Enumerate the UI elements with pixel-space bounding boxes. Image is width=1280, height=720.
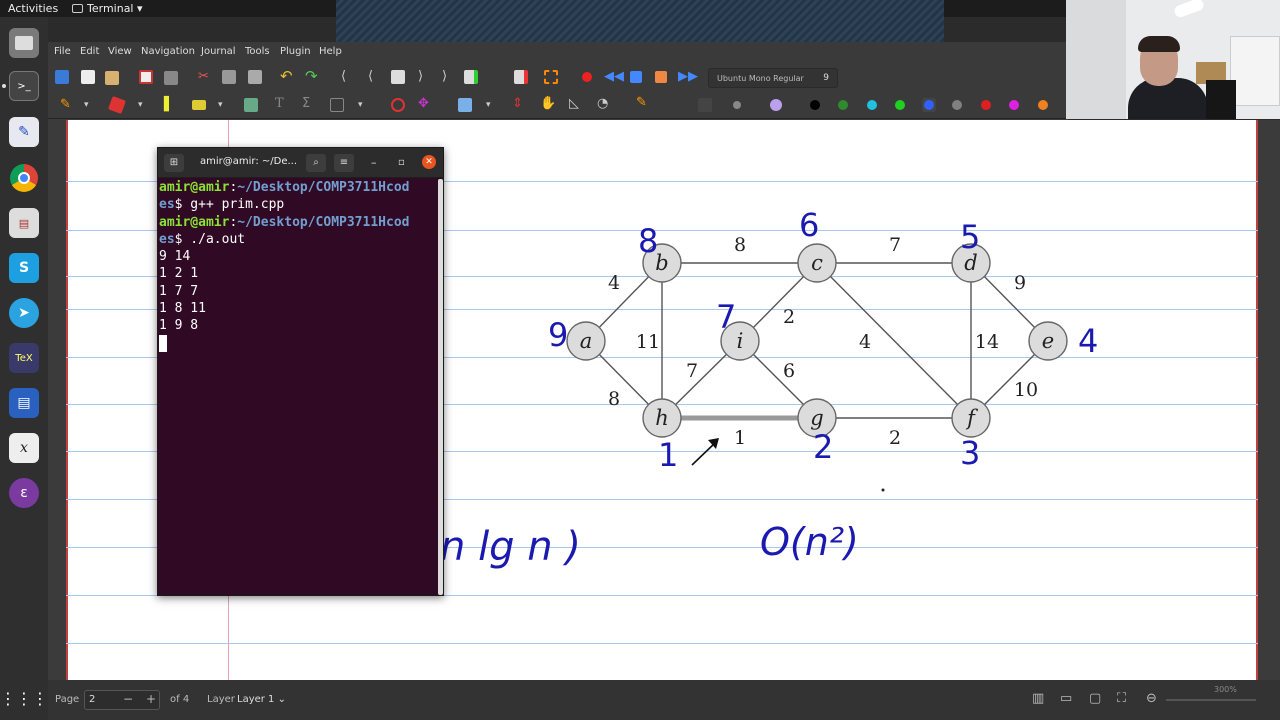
- graph-node-label-a: a: [580, 329, 593, 353]
- menu-icon: ≡: [339, 157, 349, 168]
- maximize-icon[interactable]: ▫: [398, 156, 405, 170]
- edge-weight-b-c: 8: [734, 234, 746, 256]
- graph-node-label-g: g: [810, 406, 823, 430]
- note-on2: O(n²): [760, 520, 859, 564]
- handwritten-distance-e: 4: [1078, 322, 1098, 360]
- handwritten-distance-c: 6: [799, 206, 819, 244]
- handwritten-distance-d: 5: [960, 218, 980, 256]
- output-line: 1 2 1: [159, 266, 199, 282]
- layout-continuous-icon[interactable]: ▭: [1060, 691, 1072, 706]
- command-text: $ g++ prim.cpp: [174, 197, 285, 213]
- terminal-cursor: [159, 334, 167, 352]
- graph-node-label-i: i: [737, 329, 744, 353]
- edge-weight-a-b: 4: [608, 272, 620, 294]
- output-line: 1 7 7: [159, 283, 199, 299]
- close-icon: ✕: [425, 157, 433, 167]
- edge-weight-e-f: 10: [1014, 379, 1038, 401]
- handwritten-distance-h: 1: [658, 436, 678, 474]
- terminal-headerbar: ⊞ amir@amir: ~/De... ⌕ ≡ – ▫ ✕: [158, 148, 443, 178]
- handwritten-distance-f: 3: [960, 434, 980, 472]
- decrement-icon[interactable]: −: [123, 692, 133, 706]
- terminal-output[interactable]: amir@amir:~/Desktop/COMP3711Hcod es$ g++…: [159, 179, 437, 595]
- prompt-path-cont: es: [159, 231, 175, 247]
- fullscreen-status-icon[interactable]: ⛶: [1117, 691, 1126, 706]
- webcam-whiteboard: [1230, 36, 1280, 106]
- edge-weight-b-h: 11: [636, 331, 660, 353]
- person-body: [1128, 78, 1208, 119]
- page-count: of 4: [170, 694, 190, 705]
- graph-node-label-e: e: [1042, 329, 1054, 353]
- output-line: 1 8 11: [159, 301, 206, 317]
- note-nlogn: n lg n ): [440, 524, 581, 570]
- layout-two-page-icon[interactable]: ▥: [1032, 691, 1044, 706]
- webcam-overlay: [1066, 0, 1280, 119]
- edge-weight-c-d: 7: [889, 234, 901, 256]
- search-button[interactable]: ⌕: [306, 154, 326, 172]
- ceiling-light: [1172, 0, 1206, 19]
- output-line: 1 9 8: [159, 318, 199, 334]
- edge-weight-d-f: 14: [975, 331, 999, 353]
- terminal-scrollbar[interactable]: [438, 179, 443, 595]
- close-button[interactable]: ✕: [422, 155, 436, 169]
- webcam-wall: [1066, 0, 1126, 119]
- edge-weight-c-i: 2: [783, 306, 795, 328]
- prompt-path: ~/Desktop/COMP3711Hcod: [237, 180, 410, 195]
- handwritten-distance-b: 8: [638, 222, 658, 260]
- stray-dot: [881, 488, 885, 492]
- new-tab-icon: ⊞: [169, 157, 179, 168]
- page-label: Page: [55, 694, 80, 705]
- zoom-slider[interactable]: [1166, 699, 1256, 701]
- prompt-path: ~/Desktop/COMP3711Hcod: [237, 214, 410, 230]
- increment-icon[interactable]: +: [146, 692, 156, 706]
- handwritten-distance-a: 9: [548, 316, 568, 354]
- terminal-window: ⊞ amir@amir: ~/De... ⌕ ≡ – ▫ ✕ amir@amir…: [157, 147, 444, 596]
- presentation-icon[interactable]: ▢: [1089, 691, 1101, 706]
- hamburger-menu-button[interactable]: ≡: [334, 154, 354, 172]
- new-tab-button[interactable]: ⊞: [164, 154, 184, 172]
- zoom-out-icon[interactable]: ⊖: [1146, 691, 1157, 706]
- command-text: $ ./a.out: [174, 231, 246, 247]
- arrow-stroke: [691, 441, 717, 466]
- prompt-user: amir@amir: [159, 214, 230, 230]
- edge-weight-h-i: 7: [686, 360, 698, 382]
- handwritten-distance-i: 7: [716, 298, 736, 336]
- zoom-level: 300%: [1214, 685, 1237, 694]
- graph-edge-c-f: [816, 262, 972, 419]
- chair: [1206, 80, 1236, 119]
- person-hair: [1138, 36, 1180, 52]
- output-line: 9 14: [159, 249, 191, 265]
- terminal-title: amir@amir: ~/De...: [200, 156, 298, 167]
- status-bar: Page 2 − + of 4 Layer Layer 1 ⌄ ▥ ▭ ▢ ⛶ …: [48, 680, 1280, 720]
- page-number[interactable]: 2: [89, 694, 95, 705]
- layer-select[interactable]: Layer 1 ⌄: [237, 694, 286, 705]
- prompt-path-cont: es: [159, 197, 175, 213]
- graph-node-label-h: h: [655, 406, 669, 430]
- desktop: Activities Terminal ▾ >_ ✎ ▤ S ➤ TeX ▤ x…: [0, 0, 1280, 720]
- layer-label: Layer: [207, 694, 235, 705]
- graph-node-label-c: c: [811, 251, 823, 275]
- edge-weight-d-e: 9: [1014, 272, 1026, 294]
- minimize-icon[interactable]: –: [371, 156, 377, 170]
- edge-weight-a-h: 8: [608, 388, 620, 410]
- prompt-user: amir@amir: [159, 180, 230, 195]
- edge-weight-c-f: 4: [859, 331, 871, 353]
- handwritten-distance-g: 2: [813, 428, 833, 466]
- search-icon: ⌕: [313, 157, 319, 168]
- edge-weight-g-i: 6: [783, 360, 795, 382]
- edge-weight-g-h: 1: [734, 427, 746, 449]
- edge-weight-f-g: 2: [889, 427, 901, 449]
